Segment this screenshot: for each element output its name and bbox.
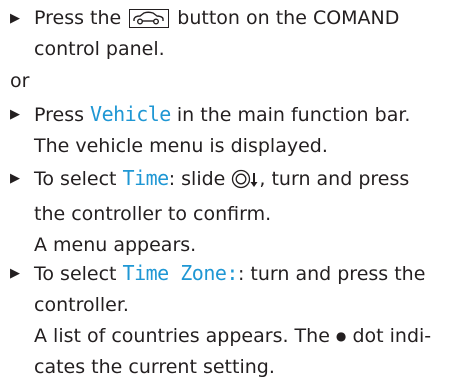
step3-text-before: To select xyxy=(34,168,123,190)
step3-text-after: , turn and press xyxy=(259,168,410,190)
selection-dot-icon: ● xyxy=(335,329,347,343)
step4-text-line2: controller. xyxy=(34,294,129,316)
step4-text-line3: A list of countries appears. The xyxy=(34,325,336,347)
step4-text-before: To select xyxy=(34,263,123,285)
step2-text-before: Press xyxy=(34,104,91,126)
step-press-vehicle-button: ▶ Press the button on the COMAND control… xyxy=(10,3,462,65)
step1-text-line2: control panel. xyxy=(34,38,165,60)
ui-term-time-zone: Time Zone: xyxy=(122,261,239,285)
step2-text-line2: The vehicle menu is displayed. xyxy=(34,135,328,157)
ui-term-time: Time xyxy=(122,166,170,190)
step-select-time-zone: ▶ To select Time Zone:: turn and press t… xyxy=(10,258,462,383)
instruction-page: ▶ Press the button on the COMAND control… xyxy=(0,0,467,378)
step4-text-line3-after: dot indi- xyxy=(346,325,432,347)
step3-text-line2: the controller to confirm. xyxy=(34,203,272,225)
bullet-arrow: ▶ xyxy=(10,11,20,26)
controller-slide-down-icon xyxy=(231,168,259,199)
step4-text-after: : turn and press the xyxy=(237,263,426,285)
vehicle-car-icon xyxy=(129,9,170,28)
step2-text-after: in the main function bar. xyxy=(170,104,411,126)
step1-text-before: Press the xyxy=(34,7,128,29)
step-select-time: ▶ To select Time: slide , turn and press… xyxy=(10,163,462,261)
ui-term-vehicle: Vehicle xyxy=(90,102,171,126)
bullet-arrow: ▶ xyxy=(10,107,20,122)
bullet-arrow: ▶ xyxy=(10,171,20,186)
step3-text-line3: A menu appears. xyxy=(34,234,197,256)
step-press-vehicle-menu: ▶ Press Vehicle in the main function bar… xyxy=(10,99,462,162)
bullet-arrow: ▶ xyxy=(10,266,20,281)
step1-text-after: button on the COMAND xyxy=(171,7,400,29)
or-separator: or xyxy=(10,70,30,92)
step3-text-middle: : slide xyxy=(168,168,232,190)
